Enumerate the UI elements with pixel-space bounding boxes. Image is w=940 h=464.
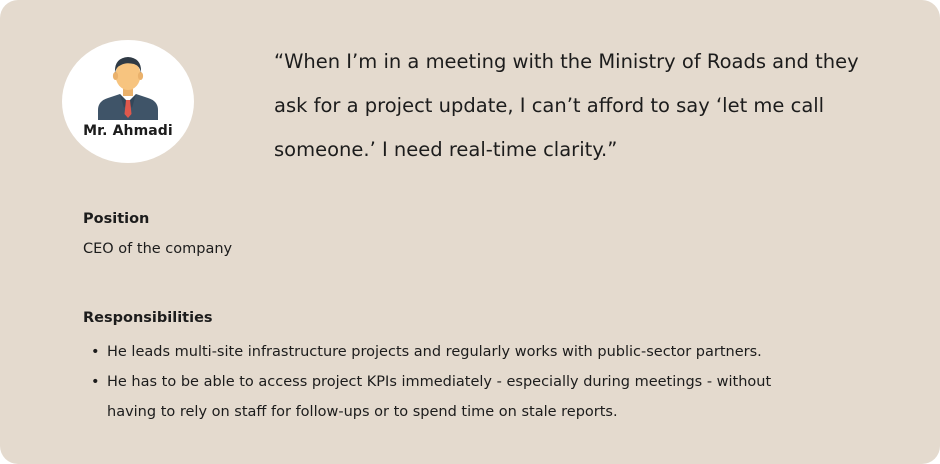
list-item-text: He leads multi-site infrastructure proje…	[107, 344, 762, 360]
persona-name: Mr. Ahmadi	[83, 123, 173, 139]
responsibilities-list: • He leads multi-site infrastructure pro…	[83, 337, 803, 427]
bullet-icon: •	[91, 344, 100, 360]
bullet-icon: •	[91, 374, 100, 390]
responsibilities-label: Responsibilities	[83, 310, 213, 326]
persona-quote: “When I’m in a meeting with the Ministry…	[274, 50, 859, 161]
list-item: • He has to be able to access project KP…	[83, 367, 803, 427]
position-value: CEO of the company	[83, 241, 233, 257]
list-item: • He leads multi-site infrastructure pro…	[83, 337, 803, 367]
position-label: Position	[83, 211, 150, 227]
list-item-text: He has to be able to access project KPIs…	[107, 374, 772, 420]
businessman-avatar-icon	[98, 57, 158, 120]
persona-card: Mr. Ahmadi “When I’m in a meeting with t…	[0, 0, 940, 464]
avatar: Mr. Ahmadi	[62, 40, 194, 163]
